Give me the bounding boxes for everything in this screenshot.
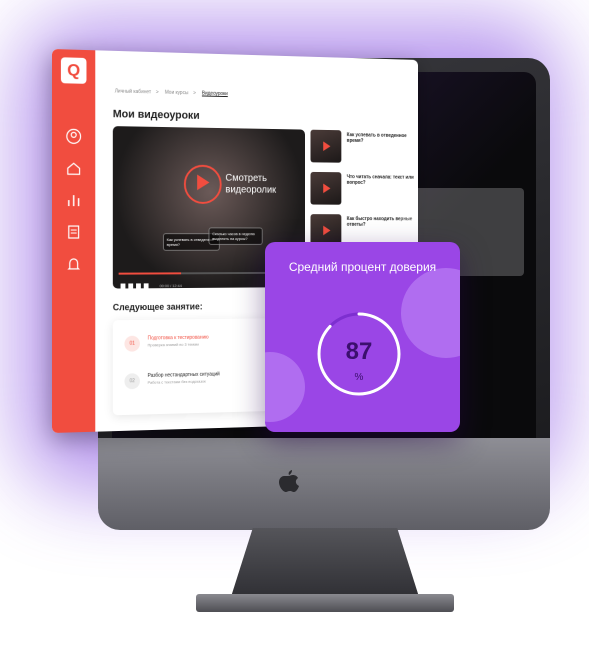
trust-unit: % [354,372,364,383]
video-thumbnail [310,171,342,205]
play-icon[interactable] [197,174,210,191]
decorative-blob [401,268,460,358]
lesson-step-title: Подготовка к тестированию [147,334,209,342]
page-title: Мои видеоуроки [112,108,200,122]
video-list-item[interactable]: Как успевать в отведенное время? [310,129,414,169]
user-icon[interactable] [65,127,83,145]
next-lesson-title: Следующее занятие: [112,301,203,313]
breadcrumb: Личный кабинет > Мои курсы > Видеоуроки [114,88,228,98]
next-icon[interactable] [136,283,141,289]
lesson-step[interactable]: 02 Разбор нестандартных ситуаций Работа … [119,364,278,399]
prev-icon[interactable] [120,283,126,289]
home-icon[interactable] [65,159,83,177]
stats-icon[interactable] [65,191,83,209]
play-icon [323,225,331,236]
imac-stand [230,528,420,600]
sidebar: Q [52,49,96,433]
apple-logo-icon [279,470,299,492]
lesson-step-number: 02 [124,373,140,390]
video-thumbnail [310,129,342,163]
breadcrumb-item[interactable]: Личный кабинет [115,89,151,96]
play-icon [323,141,331,152]
video-time: 00:00 / 12:44 [159,283,182,289]
imac-chin [98,438,550,530]
breadcrumb-current: Видеоуроки [201,90,228,98]
trust-card-title: Средний процент доверия [288,260,437,274]
logo-mark-icon: Q [67,60,81,80]
next-lesson-card: 01 Подготовка к тестированию Проверка зн… [112,318,284,416]
logo[interactable]: Q [60,57,87,84]
video-cta: Смотреть видеоролик [225,172,277,196]
video-list-item[interactable]: Что читать сначала: текст или вопрос? [310,171,414,210]
video-question-bubble: Сколько часов в неделю выделять на курсы… [208,227,263,245]
play-small-icon[interactable] [128,283,134,289]
play-icon [323,183,331,194]
trust-value: 87 [345,338,373,365]
bell-icon[interactable] [65,255,83,273]
lesson-step[interactable]: 01 Подготовка к тестированию Проверка зн… [119,328,278,362]
lesson-step-number: 01 [124,335,140,352]
video-list-title: Как успевать в отведенное время? [346,132,407,144]
imac-stand-base [196,594,454,612]
decorative-blob [265,352,305,422]
lesson-step-subtitle: Проверка знаний по 3 темам [147,341,199,348]
book-icon[interactable] [65,223,83,241]
trust-card: Средний процент доверия 87 % [265,242,460,432]
video-list-title: Что читать сначала: текст или вопрос? [346,174,414,186]
video-progress [118,272,182,275]
volume-icon[interactable] [143,283,149,289]
breadcrumb-item[interactable]: Мои курсы [165,90,189,96]
